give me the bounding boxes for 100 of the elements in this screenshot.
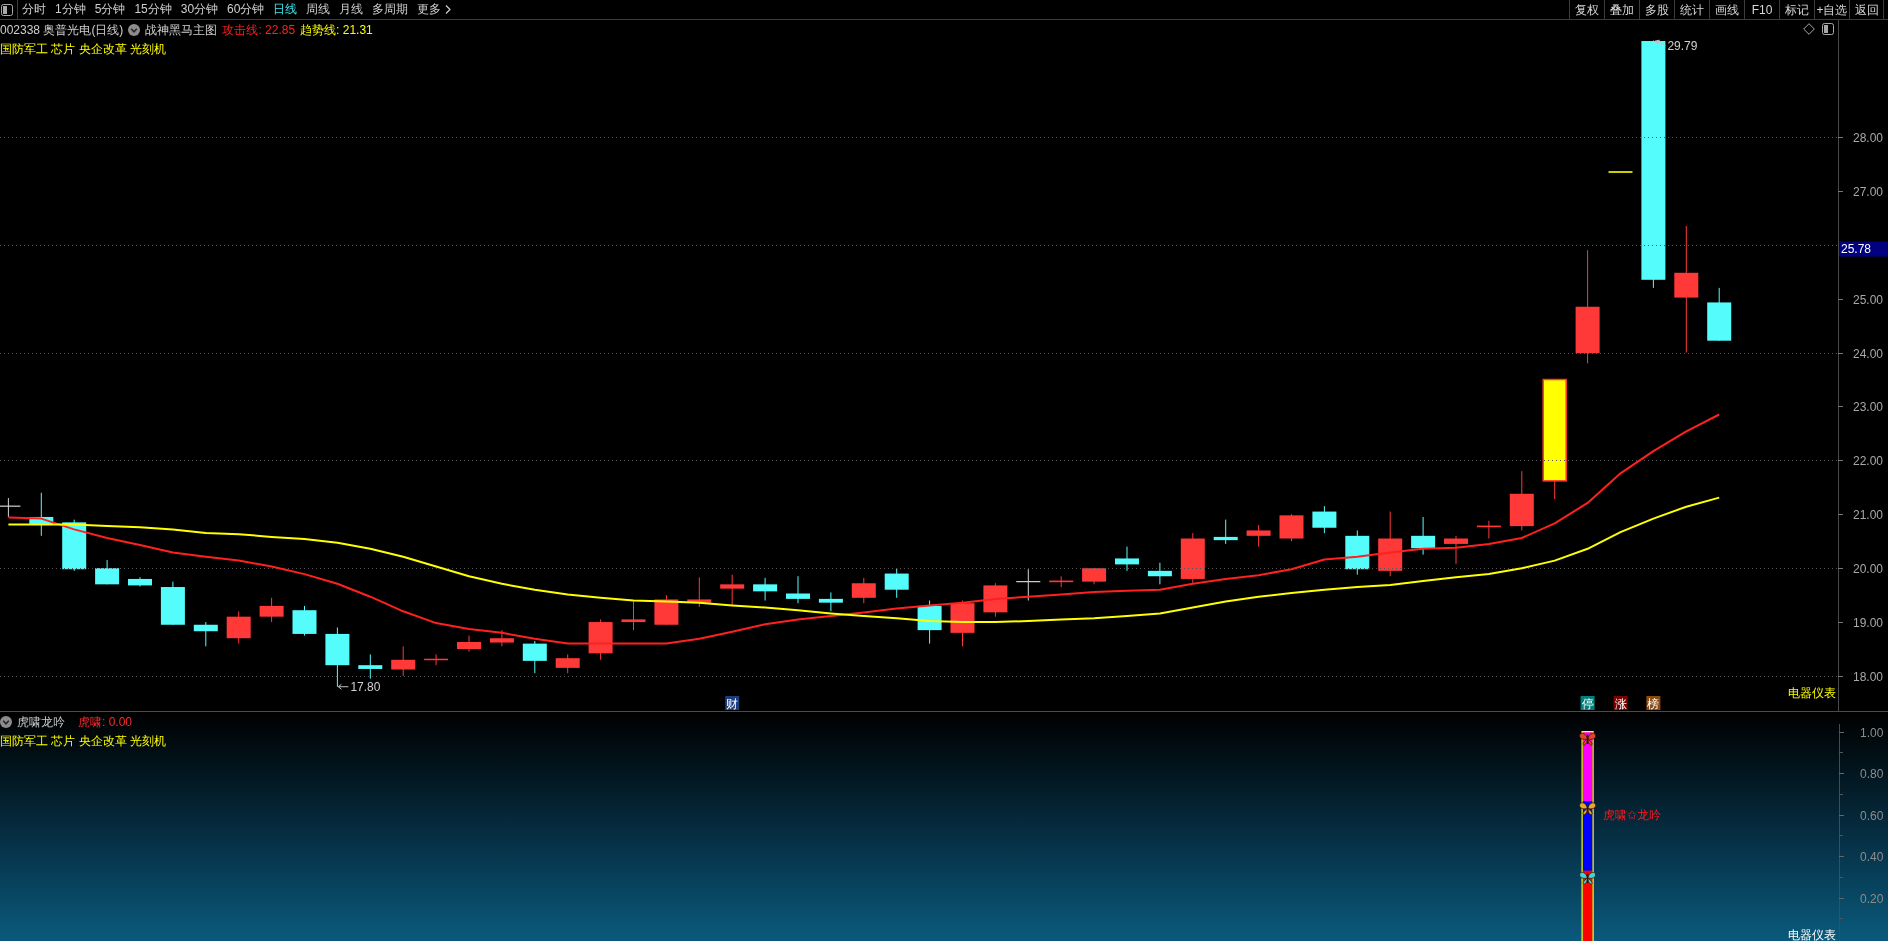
high-price-label: 29.79 xyxy=(1667,39,1698,54)
period-tab[interactable]: 分时 xyxy=(22,0,46,19)
candle xyxy=(457,635,481,653)
chevron-right-icon[interactable] xyxy=(445,5,452,14)
candle xyxy=(259,597,284,623)
candle xyxy=(1180,532,1205,584)
event-marker[interactable]: 榜 xyxy=(1646,696,1661,711)
signal-label: 虎啸✩龙吟 xyxy=(1602,808,1661,823)
toolbar-button[interactable]: F10 xyxy=(1744,0,1779,19)
period-tab[interactable]: 周线 xyxy=(306,0,331,19)
toolbar-button[interactable]: 叠加 xyxy=(1604,0,1639,19)
toolbar-button[interactable]: 返回 xyxy=(1849,0,1884,19)
candle xyxy=(1476,520,1501,539)
candle xyxy=(1345,529,1370,576)
candle xyxy=(193,621,218,647)
toolbar-button[interactable]: 复权 xyxy=(1569,0,1604,19)
axis-label: 18.00 xyxy=(1853,670,1884,684)
toolbar-button[interactable]: 画线 xyxy=(1709,0,1744,19)
candle xyxy=(1378,511,1403,577)
candle xyxy=(851,577,876,604)
candle xyxy=(1279,513,1304,542)
axis-label: 0.40 xyxy=(1860,850,1884,864)
indicator-value: 虎啸: 0.00 xyxy=(78,713,133,731)
stock-title: 002338 奥普光电(日线) xyxy=(0,21,124,39)
chevron-circle-icon[interactable] xyxy=(0,715,12,728)
candle xyxy=(720,574,745,607)
split-square-icon[interactable] xyxy=(1,3,13,16)
butterfly-icon xyxy=(1579,871,1596,885)
indicator-value: 攻击线: 22.85 xyxy=(222,21,296,39)
candle xyxy=(325,626,350,688)
candle xyxy=(391,645,416,677)
concept-tags: 国防军工 芯片 央企改革 光刻机 xyxy=(0,39,166,58)
period-tab[interactable]: 日线 xyxy=(273,0,298,19)
indicator-value: 趋势线: 21.31 xyxy=(300,21,373,39)
candle xyxy=(884,567,909,599)
candle xyxy=(95,559,120,585)
axis-label: 27.00 xyxy=(1853,185,1884,199)
candle xyxy=(424,653,449,666)
indicator-name[interactable]: 战神黑马主图 xyxy=(145,20,218,39)
toolbar-button[interactable]: 多股 xyxy=(1639,0,1674,19)
period-tab[interactable]: 60分钟 xyxy=(227,0,265,19)
candle xyxy=(983,582,1008,618)
period-tab[interactable]: 多周期 xyxy=(372,0,409,19)
chevron-circle-icon[interactable] xyxy=(128,23,141,36)
axis-label: 0.60 xyxy=(1860,809,1884,823)
axis-label: 28.00 xyxy=(1853,131,1884,145)
toolbar-button[interactable]: +自选 xyxy=(1814,0,1849,19)
candle xyxy=(128,576,152,587)
sector-label: 电器仪表 xyxy=(1788,686,1836,700)
diamond-icon[interactable] xyxy=(1803,23,1815,35)
price-tag: 25.78 xyxy=(1839,241,1888,257)
candle xyxy=(818,591,843,612)
candle xyxy=(226,610,251,645)
period-tab[interactable]: 更多 xyxy=(417,0,452,19)
toolbar-button[interactable]: 统计 xyxy=(1674,0,1709,19)
candle xyxy=(160,581,185,626)
candle xyxy=(555,653,580,674)
event-marker[interactable]: 停 xyxy=(1580,696,1595,711)
indicator-name[interactable]: 虎啸龙吟 xyxy=(17,712,65,731)
event-marker[interactable]: 涨 xyxy=(1613,696,1628,711)
candle xyxy=(1115,546,1139,572)
candle xyxy=(950,600,975,647)
candle xyxy=(0,497,21,518)
candle xyxy=(588,618,613,661)
period-tab[interactable]: 15分钟 xyxy=(134,0,172,19)
axis-label: 25.00 xyxy=(1853,293,1884,307)
candle xyxy=(1312,505,1337,534)
low-price-label: 17.80 xyxy=(350,680,381,695)
candle xyxy=(489,629,514,647)
candle xyxy=(786,575,810,604)
axis-label: 19.00 xyxy=(1853,616,1884,630)
candle xyxy=(29,492,54,537)
period-tab[interactable]: 1分钟 xyxy=(55,0,86,19)
axis-label: 23.00 xyxy=(1853,400,1884,414)
butterfly-icon xyxy=(1579,732,1596,746)
candle xyxy=(292,605,317,637)
axis-label: 22.00 xyxy=(1853,454,1884,468)
candle xyxy=(358,653,383,680)
axis-label: 0.20 xyxy=(1860,892,1884,906)
butterfly-icon xyxy=(1579,802,1596,815)
axis-label: 0.80 xyxy=(1860,767,1884,781)
candle xyxy=(1444,535,1468,565)
event-marker[interactable]: 财 xyxy=(725,696,740,711)
candle xyxy=(1213,519,1238,545)
concept-tags: 国防军工 芯片 央企改革 光刻机 xyxy=(0,731,166,750)
period-tab[interactable]: 月线 xyxy=(339,0,364,19)
period-tab[interactable]: 5分钟 xyxy=(94,0,126,19)
candle xyxy=(1049,575,1074,588)
arrow-icon xyxy=(1654,39,1666,46)
axis-label: 20.00 xyxy=(1853,562,1884,576)
period-tab[interactable]: 30分钟 xyxy=(180,0,219,19)
axis-label: 21.00 xyxy=(1853,508,1884,522)
candle xyxy=(621,600,646,631)
split-square-icon[interactable] xyxy=(1822,23,1834,35)
candle xyxy=(1082,567,1107,585)
candle xyxy=(687,576,712,608)
toolbar-button[interactable]: 标记 xyxy=(1779,0,1814,19)
axis-label: 24.00 xyxy=(1853,347,1884,361)
candle xyxy=(1411,516,1436,556)
candle xyxy=(1147,562,1172,585)
